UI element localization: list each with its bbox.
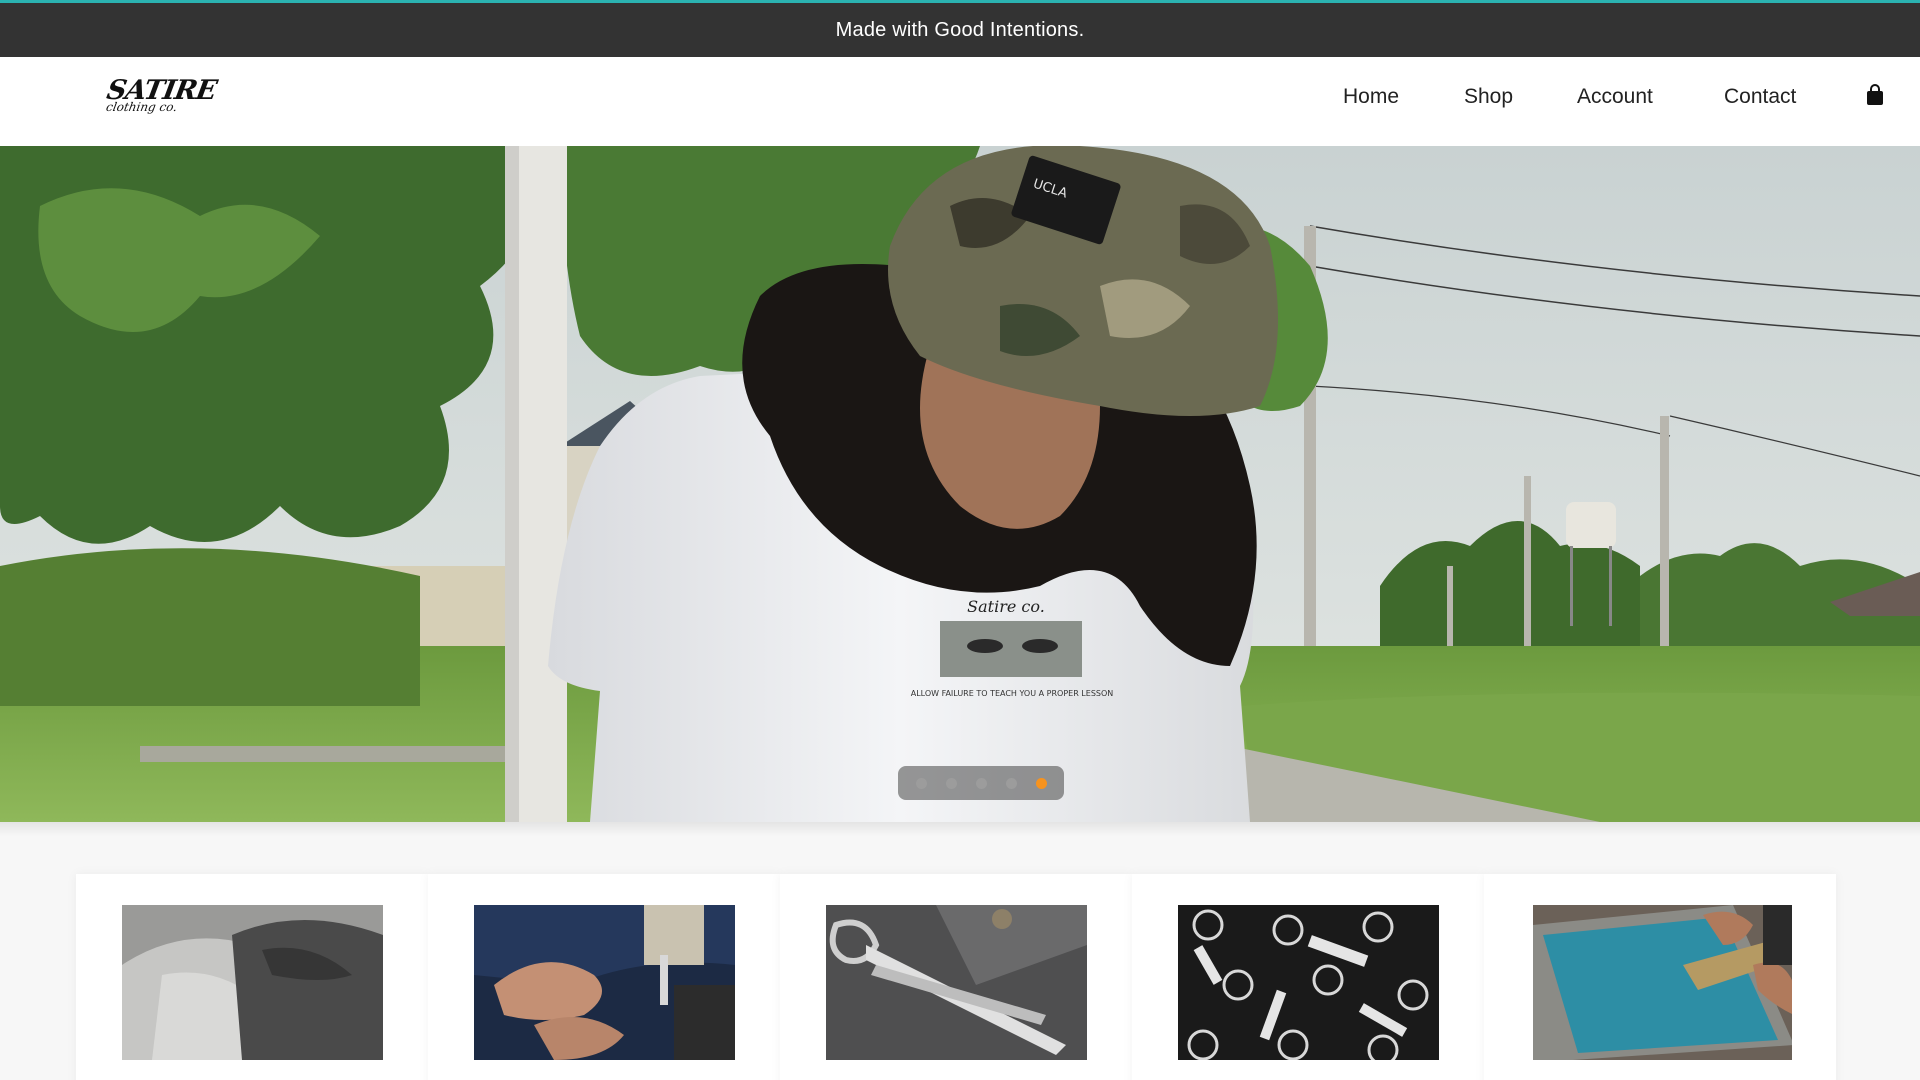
announcement-text: Made with Good Intentions.	[835, 18, 1085, 41]
slide-dot-4[interactable]	[1005, 777, 1017, 789]
category-image-fabric-scissors[interactable]	[826, 905, 1087, 1060]
slide-indicator	[898, 766, 1064, 800]
shopping-bag-icon[interactable]	[1866, 84, 1884, 106]
category-image-screen-printing[interactable]	[1533, 905, 1792, 1060]
slide-dot-5[interactable]	[1035, 777, 1047, 789]
category-card[interactable]	[1132, 874, 1484, 1080]
slide-dot-3[interactable]	[975, 777, 987, 789]
nav-contact[interactable]: Contact	[1724, 85, 1796, 109]
slide-dot-1[interactable]	[915, 777, 927, 789]
category-image-sewing-machine[interactable]	[474, 905, 735, 1060]
page: Made with Good Intentions. SATIRE clothi…	[0, 0, 1920, 1080]
category-card[interactable]	[76, 874, 428, 1080]
category-card[interactable]	[1484, 874, 1836, 1080]
svg-text:Satire co.: Satire co.	[967, 597, 1045, 616]
nav-home[interactable]: Home	[1343, 85, 1399, 109]
category-card[interactable]	[428, 874, 780, 1080]
shirt-print-text: ALLOW FAILURE TO TEACH YOU A PROPER LESS…	[911, 689, 1114, 698]
category-card[interactable]	[780, 874, 1132, 1080]
brand-logo[interactable]: SATIRE clothing co.	[102, 75, 218, 117]
hero-image: UCLA Satire co. ALLOW FAILURE TO TEACH Y…	[0, 146, 1920, 822]
strip-divider	[0, 822, 1920, 836]
nav-shop[interactable]: Shop	[1464, 85, 1513, 109]
category-image-satire-labels[interactable]	[1178, 905, 1439, 1060]
category-image-folded-tshirts[interactable]	[122, 905, 383, 1060]
hero-slideshow: UCLA Satire co. ALLOW FAILURE TO TEACH Y…	[0, 146, 1920, 822]
announcement-bar: Made with Good Intentions.	[0, 0, 1920, 57]
nav-account[interactable]: Account	[1577, 85, 1653, 109]
slide-dot-2[interactable]	[945, 777, 957, 789]
category-strip	[0, 822, 1920, 1080]
site-header: SATIRE clothing co. Home Shop Account Co…	[0, 57, 1920, 146]
